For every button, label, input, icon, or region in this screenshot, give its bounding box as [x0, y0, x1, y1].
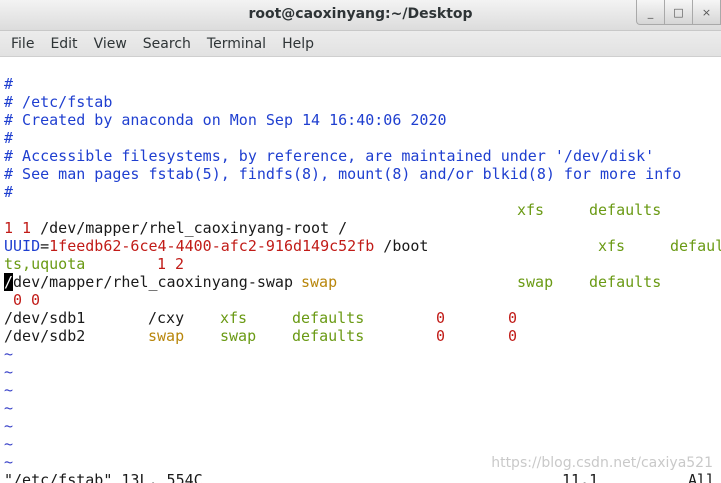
pass-field: 0 [508, 327, 518, 345]
fstab-entry-sdb1: /dev/sdb1 [4, 309, 86, 327]
empty-line-marker: ~ [4, 435, 14, 453]
fstab-entry-boot: UUID=1feedb62-6ce4-4400-afc2-916d149c52f… [4, 237, 428, 255]
menu-help[interactable]: Help [274, 36, 322, 52]
options-field: defaul [670, 237, 721, 255]
mount-field: /cxy [148, 309, 185, 327]
menu-search[interactable]: Search [135, 36, 199, 52]
window-controls: _ □ × [636, 0, 721, 25]
dump-field: 0 [436, 309, 446, 327]
fstab-entry-swap: /dev/mapper/rhel_caoxinyang-swap [4, 273, 293, 291]
fstype-field: xfs [220, 309, 248, 327]
mount-field: swap [148, 327, 185, 345]
options-field: defaults [589, 273, 662, 291]
comment-line: # /etc/fstab [4, 93, 113, 111]
fstype-field: swap [220, 327, 257, 345]
comment-line: # [4, 129, 14, 147]
close-button[interactable]: × [692, 0, 721, 25]
fstype-field: swap [517, 273, 554, 291]
dump-field: 0 [436, 327, 446, 345]
window-titlebar: root@caoxinyang:~/Desktop _ □ × [0, 0, 721, 31]
empty-line-marker: ~ [4, 453, 14, 471]
pass-field: 0 [508, 309, 518, 327]
options-field: defaults [589, 201, 662, 219]
maximize-button[interactable]: □ [664, 0, 693, 25]
empty-line-marker: ~ [4, 417, 14, 435]
fstype-field: xfs [517, 201, 545, 219]
uuid-key: UUID [4, 237, 41, 255]
comment-line: # [4, 183, 14, 201]
uuid-value: 1feedb62-6ce4-4400-afc2-916d149c52fb [49, 237, 375, 255]
empty-line-marker: ~ [4, 345, 14, 363]
menubar: File Edit View Search Terminal Help [0, 31, 721, 57]
vim-status-position: 11,1 [562, 471, 599, 483]
dump-pass-field: 1 2 [157, 255, 185, 273]
comment-line: # See man pages fstab(5), findfs(8), mou… [4, 165, 682, 183]
menu-terminal[interactable]: Terminal [199, 36, 274, 52]
device-field: /dev/mapper/rhel_caoxinyang-root / [40, 219, 348, 237]
terminal-view[interactable]: # # /etc/fstab # Created by anaconda on … [0, 58, 721, 483]
comment-line: # Accessible filesystems, by reference, … [4, 147, 655, 165]
fstab-entry-root: /dev/mapper/rhel_caoxinyang-root / [4, 201, 347, 237]
options-field-wrapped: ts,uquota [4, 255, 86, 273]
mount-field: /boot [374, 237, 429, 255]
fstab-entry-sdb2: /dev/sdb2 [4, 327, 86, 345]
empty-line-marker: ~ [4, 363, 14, 381]
comment-line: # Created by anaconda on Mon Sep 14 16:4… [4, 111, 447, 129]
vim-status-file: "/etc/fstab" 13L, 554C [4, 471, 203, 483]
dump-pass-field: 0 0 [13, 291, 41, 309]
menu-view[interactable]: View [86, 36, 135, 52]
uuid-eq: = [40, 237, 50, 255]
options-field: defaults [292, 309, 365, 327]
watermark-text: https://blog.csdn.net/caxiya521 [491, 455, 713, 471]
empty-line-marker: ~ [4, 381, 14, 399]
text-cursor: / [4, 273, 14, 291]
dump-pass-field: 1 1 [4, 219, 32, 237]
window-title: root@caoxinyang:~/Desktop [248, 6, 473, 22]
menu-edit[interactable]: Edit [42, 36, 85, 52]
minimize-button[interactable]: _ [636, 0, 665, 25]
fstype-field: xfs [598, 237, 626, 255]
mount-field: swap [301, 273, 338, 291]
empty-line-marker: ~ [4, 399, 14, 417]
device-field: dev/mapper/rhel_caoxinyang-swap [13, 273, 293, 291]
vim-status-scroll: All [688, 471, 716, 483]
options-field: defaults [292, 327, 365, 345]
comment-line: # [4, 75, 14, 93]
menu-file[interactable]: File [3, 36, 42, 52]
